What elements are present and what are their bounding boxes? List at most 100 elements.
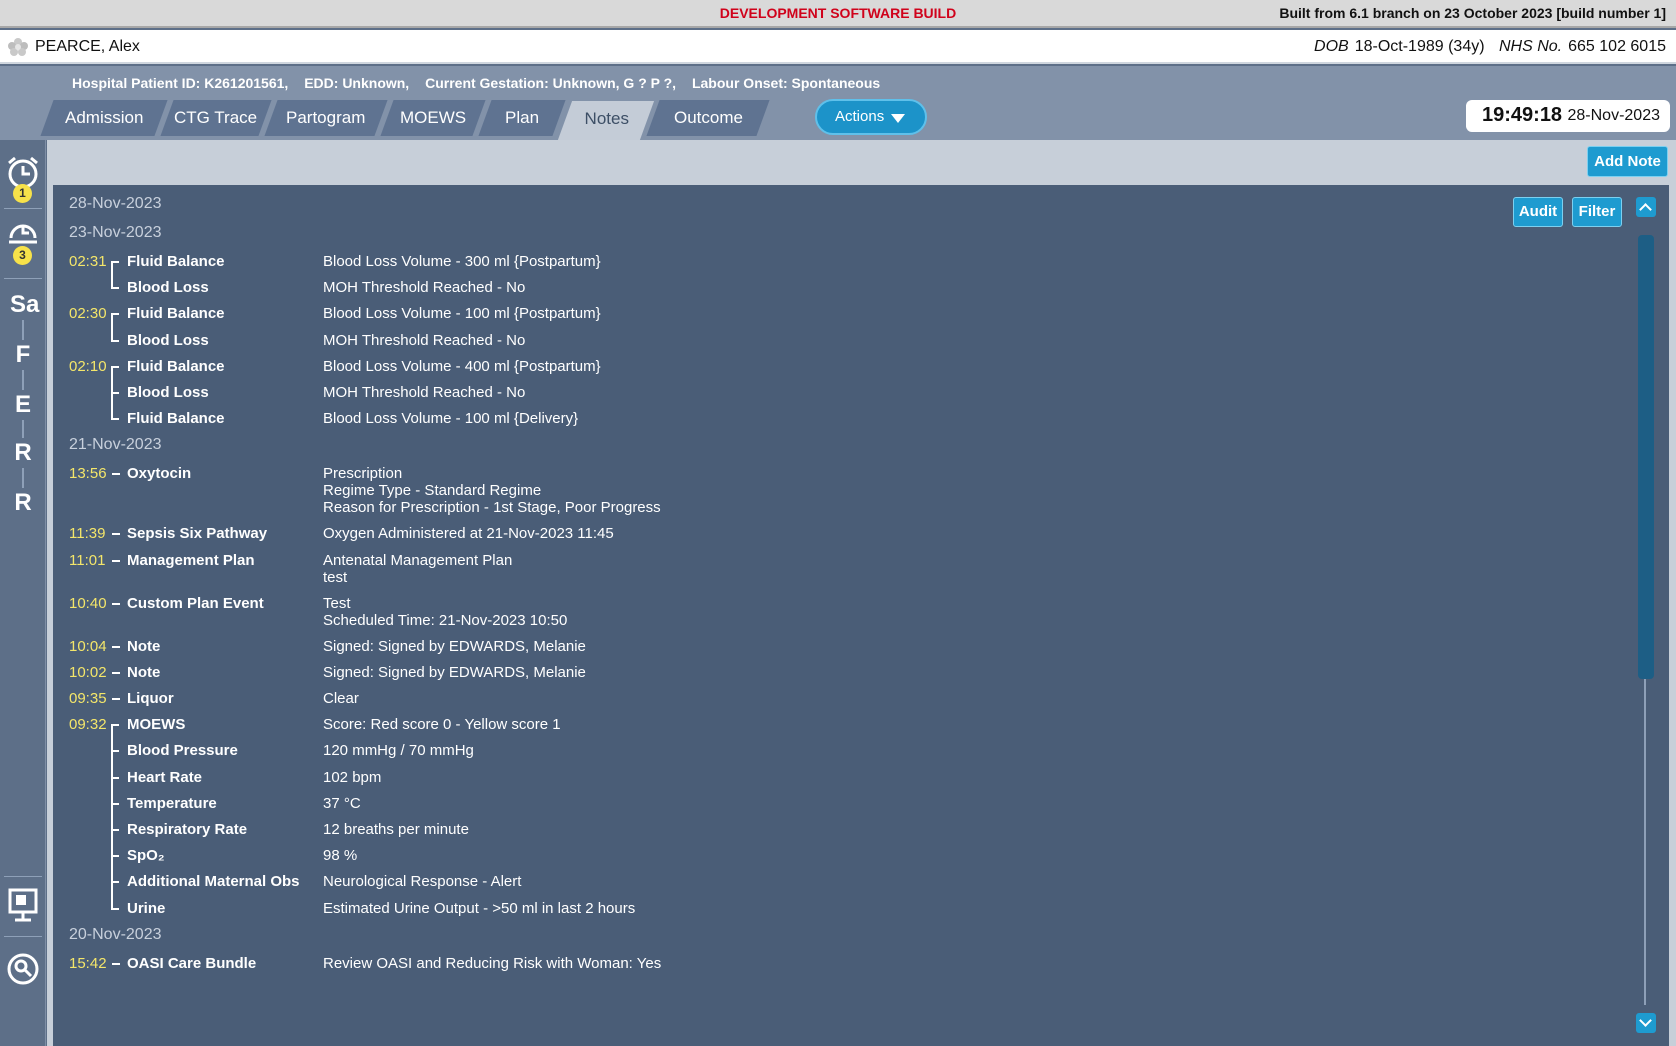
add-note-button[interactable]: Add Note [1587,146,1668,177]
entry-values: Test Scheduled Time: 21-Nov-2023 10:50 [323,595,567,629]
tab-label: Admission [64,108,144,127]
note-entry[interactable]: 09:32 MOEWS Score: Red score 0 - Yellow sc… [53,716,1613,743]
note-entry[interactable]: 09:35 Liquor Clear [53,690,1613,716]
entry-label: Sepsis Six Pathway [127,525,268,543]
tab-admission[interactable]: Admission [40,100,168,136]
tab-label: Plan [504,108,540,127]
presentation-button[interactable] [0,888,46,928]
entry-values: Clear [323,690,359,707]
note-entry[interactable]: Blood Loss MOH Threshold Reached - No [53,384,1613,411]
note-entry[interactable]: 15:42 OASI Care Bundle Review OASI and Red… [53,955,1613,981]
note-entry[interactable]: 13:56 Oxytocin Prescription Regime Type - S… [53,465,1613,525]
note-entry[interactable]: Fluid Balance Blood Loss Volume - 100 ml … [53,410,1613,436]
note-entry[interactable]: Temperature 37 °C [53,794,1613,821]
tab-ctg-trace[interactable]: CTG Trace [160,100,272,136]
audit-button[interactable]: Audit [1513,197,1563,227]
entry-value-line: Test [323,594,351,612]
note-entry[interactable]: 10:04 Note Signed: Signed by EDWARDS, Mela… [53,638,1613,664]
entry-values: Oxygen Administered at 21-Nov-2023 11:45 [323,525,614,542]
entry-label: Blood Loss [127,384,209,401]
entry-time: 09:32 [69,716,107,734]
snooze-clock-button[interactable]: 3 [0,216,46,266]
entry-value-line: Antenatal Management Plan [323,551,513,569]
scroll-down-button[interactable] [1636,1013,1656,1033]
snooze-count-badge: 3 [13,246,32,265]
entry-values: Score: Red score 0 - Yellow score 1 [323,716,561,733]
entry-label: Blood Loss [127,279,209,297]
tab-plan[interactable]: Plan [478,100,566,136]
rail-letter-r[interactable]: R [10,488,36,518]
note-entry[interactable]: 10:40 Custom Plan Event Test Scheduled Time… [53,595,1613,638]
note-entry[interactable]: Blood Pressure 120 mmHg / 70 mmHg [53,742,1613,769]
entry-value-line: Neurological Response - Alert [323,873,522,891]
filter-button[interactable]: Filter [1572,197,1622,227]
note-entry[interactable]: Additional Maternal Obs Neurological Resp… [53,873,1613,900]
note-entry[interactable]: Blood Loss MOH Threshold Reached - No [53,279,1613,305]
note-entry[interactable]: Heart Rate 102 bpm [53,768,1613,795]
rail-letter-r[interactable]: R [10,438,36,468]
entry-values: Estimated Urine Output - >50 ml in last … [323,900,635,917]
entry-value-line: Blood Loss Volume - 100 ml {Delivery} [323,410,579,428]
entry-label: SpO₂ [127,847,165,865]
alarm-count-badge: 1 [13,184,32,203]
entry-label: Blood Pressure [127,742,238,760]
tab-partogram[interactable]: Partogram [264,100,388,136]
note-entry[interactable]: 02:31 Fluid Balance Blood Loss Volume - 30… [53,253,1613,280]
note-entry[interactable]: 10:02 Note Signed: Signed by EDWARDS, Mela… [53,664,1613,690]
tab-notes[interactable]: Notes [557,101,655,140]
tab-label: MOEWS [399,108,467,127]
tree-connector [111,638,125,664]
note-entry[interactable]: SpO₂ 98 % [53,847,1613,874]
entry-values: Neurological Response - Alert [323,873,521,890]
scrollbar-thumb[interactable] [1638,235,1654,679]
rail-divider [4,208,42,209]
entry-time: 10:40 [69,594,107,612]
tab-outcome[interactable]: Outcome [646,100,770,136]
alarm-clock-button[interactable]: 1 [0,152,46,203]
tree-connector [111,899,125,926]
presentation-board-icon [8,888,38,922]
patient-flower-icon [8,38,28,56]
entry-label: MOEWS [127,716,186,734]
entry-time: 10:04 [69,637,107,655]
note-entry[interactable]: 11:01 Management Plan Antenatal Management… [53,552,1613,595]
hospital-patient-id: Hospital Patient ID: K261201561, [72,75,289,91]
entry-values: 37 °C [323,795,361,812]
entry-value-line: 12 breaths per minute [323,821,469,838]
entry-label: Liquor [127,690,174,707]
entry-values: Review OASI and Reducing Risk with Woman… [323,955,661,972]
note-entry[interactable]: 02:30 Fluid Balance Blood Loss Volume - 10… [53,305,1613,332]
nhs-value: 665 102 6015 [1568,38,1666,55]
entry-value-line: Signed: Signed by EDWARDS, Melanie [323,637,586,655]
entry-value-line: Review OASI and Reducing Risk with Woman… [323,954,662,972]
note-entry[interactable]: Urine Estimated Urine Output - >50 ml in … [53,899,1613,926]
actions-button[interactable]: Actions [815,99,927,135]
rail-letter-f[interactable]: F [10,340,36,370]
note-entry[interactable]: Respiratory Rate 12 breaths per minute [53,821,1613,848]
entry-time: 09:35 [69,690,107,707]
tab-moews[interactable]: MOEWS [380,100,486,136]
note-entry[interactable]: Blood Loss MOH Threshold Reached - No [53,331,1613,358]
tab-label: Notes [584,109,629,128]
note-entry[interactable]: 02:10 Fluid Balance Blood Loss Volume - 40… [53,358,1613,384]
scroll-up-button[interactable] [1636,197,1656,217]
tab-label: CTG Trace [174,108,258,127]
search-button[interactable] [0,952,46,992]
tree-connector [111,552,125,578]
entry-values: MOH Threshold Reached - No [323,332,525,349]
entry-value-line: Oxygen Administered at 21-Nov-2023 11:45 [323,525,614,543]
entry-values: Signed: Signed by EDWARDS, Melanie [323,664,586,681]
tree-connector [111,690,125,716]
rail-letter-e[interactable]: E [10,390,36,420]
entry-value-line: 120 mmHg / 70 mmHg [323,742,474,760]
entry-values: Blood Loss Volume - 300 ml {Postpartum} [323,253,601,270]
rail-letter-sa[interactable]: Sa [10,290,39,320]
entry-values: 12 breaths per minute [323,821,469,838]
dob-value: 18-Oct-1989 (34y) [1354,38,1485,55]
note-entry[interactable]: 11:39 Sepsis Six Pathway Oxygen Administer… [53,525,1613,551]
entry-value-line: Prescription [323,465,403,483]
build-info: Built from 6.1 branch on 23 October 2023… [1279,5,1666,21]
snooze-clock-icon [9,224,37,244]
entry-value-line: MOH Threshold Reached - No [323,331,526,349]
entry-values: 98 % [323,847,357,864]
